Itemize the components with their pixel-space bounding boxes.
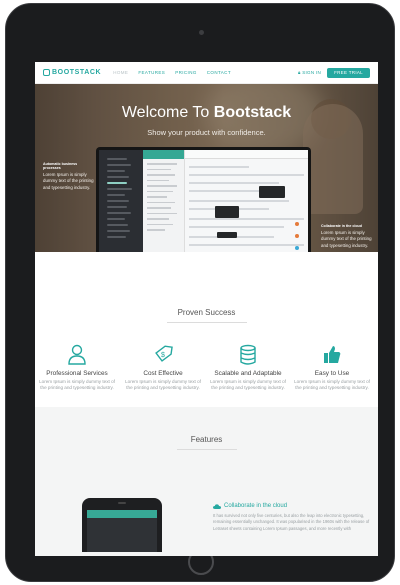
person-icon [37, 344, 117, 366]
hero-subtitle: Show your product with confidence. [147, 128, 266, 137]
svg-text:$: $ [161, 352, 165, 359]
feature-title: Easy to Use [314, 370, 350, 377]
lock-icon: 🔒︎ [297, 70, 301, 75]
cloud-icon [213, 503, 221, 509]
hero-title-light: Welcome To [121, 104, 210, 121]
nav-features[interactable]: FEATURES [138, 70, 165, 75]
main-menu: HOME FEATURES PRICING CONTACT [113, 70, 231, 75]
app-subpanel [143, 150, 185, 252]
app-toolbar [185, 150, 308, 159]
features-divider [177, 449, 237, 450]
laptop-mockup [96, 147, 311, 252]
brand-name: BOOTSTACK [52, 69, 102, 76]
app-screenshot [99, 150, 308, 252]
screen: BOOTSTACK HOME FEATURES PRICING CONTACT … [35, 62, 378, 556]
sign-in-link[interactable]: 🔒︎ SIGN IN [298, 70, 321, 75]
thumbs-up-icon [292, 344, 372, 366]
top-nav: BOOTSTACK HOME FEATURES PRICING CONTACT … [35, 62, 378, 84]
hero-title-bold: Bootstack [213, 104, 292, 121]
cloud-feature-heading: Collaborate in the cloud [213, 503, 287, 509]
cloud-feature-desc: It has survived not only five centuries,… [213, 513, 370, 531]
left-callout-title: Automatic business processes [43, 162, 78, 170]
feature-professional-services: Professional Services Lorem Ipsum is sim… [37, 344, 117, 391]
feature-cost-effective: $ Cost Effective Lorem Ipsum is simply d… [123, 344, 203, 391]
features-section [35, 407, 378, 556]
price-tag-icon: $ [123, 344, 203, 366]
right-callout-title: Collaborate in the cloud [321, 224, 362, 228]
nav-actions: 🔒︎ SIGN IN FREE TRIAL [298, 67, 370, 78]
feature-title: Cost Effective [143, 370, 183, 377]
nav-contact[interactable]: CONTACT [207, 70, 231, 75]
feature-title: Scalable and Adaptable [214, 370, 282, 377]
hero-title: Welcome To Bootstack [35, 104, 378, 122]
nav-home[interactable]: HOME [113, 70, 128, 75]
cloud-feature-title: Collaborate in the cloud [224, 503, 288, 509]
left-callout-body: Lorem Ipsum is simply dummy text of the … [43, 172, 94, 190]
logo-icon [43, 69, 50, 76]
free-trial-button[interactable]: FREE TRIAL [327, 67, 370, 78]
front-camera [199, 30, 204, 35]
hero-section: Welcome To Bootstack Show your product w… [35, 84, 378, 252]
feature-desc: Lorem Ipsum is simply dummy text of the … [39, 379, 115, 391]
feature-desc: Lorem Ipsum is simply dummy text of the … [210, 379, 286, 391]
left-callout: Automatic business processes Lorem Ipsum… [43, 162, 95, 191]
feature-scalable: Scalable and Adaptable Lorem Ipsum is si… [208, 344, 288, 391]
nav-pricing[interactable]: PRICING [175, 70, 197, 75]
features-title: Features [190, 435, 223, 444]
feature-desc: Lorem Ipsum is simply dummy text of the … [125, 379, 201, 391]
right-callout: Collaborate in the cloud Lorem Ipsum is … [321, 224, 375, 249]
proven-divider [167, 322, 247, 323]
feature-title: Professional Services [46, 370, 108, 377]
sign-in-label: SIGN IN [302, 70, 322, 75]
database-icon [208, 344, 288, 366]
tablet-frame: BOOTSTACK HOME FEATURES PRICING CONTACT … [5, 3, 395, 582]
feature-desc: Lorem Ipsum is simply dummy text of the … [294, 379, 370, 391]
proven-success-title: Proven Success [177, 308, 236, 317]
right-callout-body: Lorem Ipsum is simply dummy text of the … [321, 230, 372, 248]
app-sidebar [99, 150, 143, 252]
feature-easy-to-use: Easy to Use Lorem Ipsum is simply dummy … [292, 344, 372, 391]
brand-logo[interactable]: BOOTSTACK [43, 69, 101, 76]
